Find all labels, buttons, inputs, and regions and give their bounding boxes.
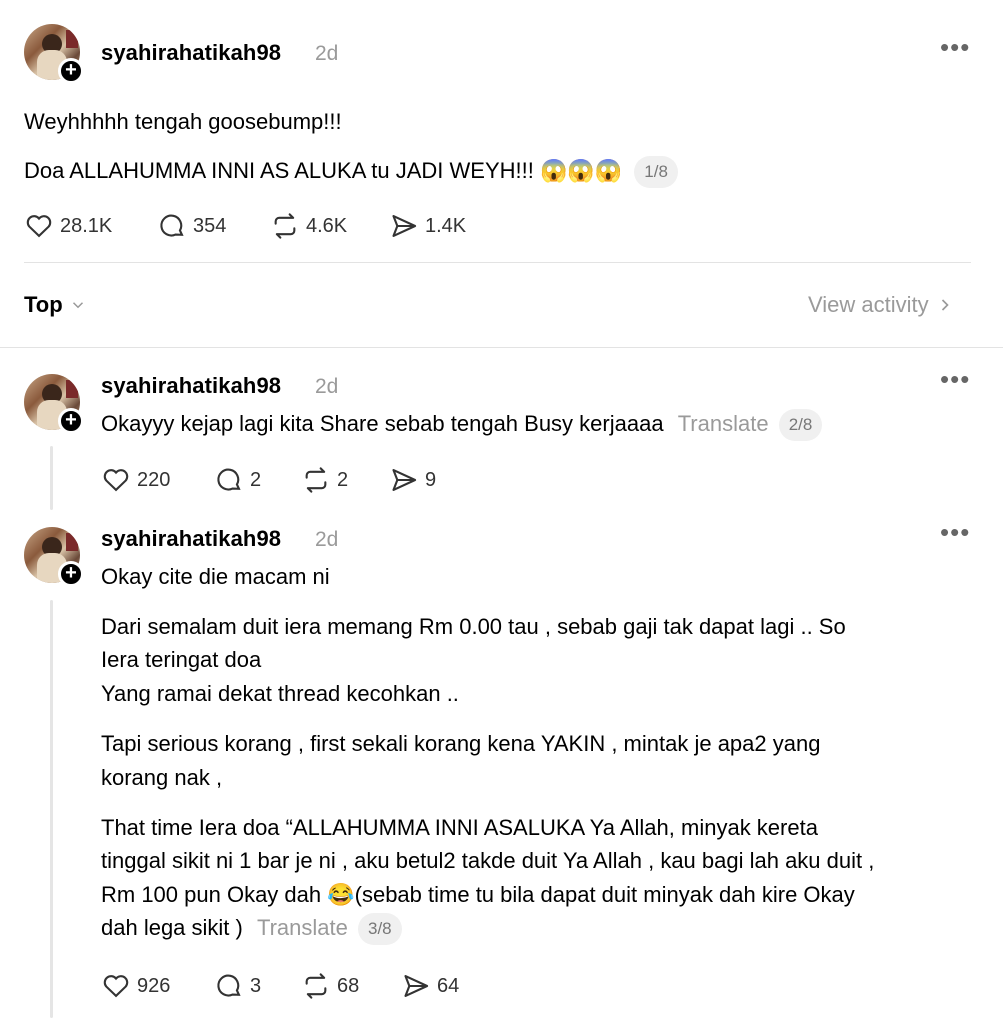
chevron-down-icon bbox=[72, 302, 83, 309]
reply-text-p2-line3: Yang ramai dekat thread kecohkan .. bbox=[101, 681, 459, 706]
repost-arrows-icon bbox=[274, 213, 296, 239]
like-count: 28.1K bbox=[60, 214, 113, 237]
sort-dropdown[interactable]: Top bbox=[24, 292, 87, 318]
reply-username[interactable]: syahirahatikah98 bbox=[101, 526, 281, 552]
repost-arrows-icon bbox=[305, 467, 327, 493]
comment-bubble-icon bbox=[217, 468, 241, 491]
comment-bubble-icon bbox=[217, 974, 241, 997]
share-button[interactable]: 64 bbox=[401, 972, 459, 1000]
chevron-right-icon bbox=[941, 299, 949, 311]
reply-text-p4-line3: Rm 100 pun Okay dah 😂(sebab time tu bila… bbox=[101, 882, 855, 907]
reply-text-p1: Okay cite die macam ni bbox=[101, 564, 330, 589]
sort-label: Top bbox=[24, 292, 63, 317]
comment-button[interactable]: 3 bbox=[214, 972, 261, 1000]
heart-icon bbox=[103, 469, 129, 492]
reply-text-p2-line1: Dari semalam duit iera memang Rm 0.00 ta… bbox=[101, 614, 846, 639]
comment-bubble-icon bbox=[160, 214, 184, 237]
repost-count: 68 bbox=[337, 974, 360, 997]
repost-count: 2 bbox=[337, 468, 349, 491]
repost-count: 4.6K bbox=[306, 214, 348, 237]
image-pager-badge[interactable]: 3/8 bbox=[358, 913, 402, 946]
reply-time: 2d bbox=[315, 528, 339, 551]
post-time: 2d bbox=[315, 42, 339, 65]
paper-plane-icon bbox=[392, 215, 417, 237]
post-text-line2: Doa ALLAHUMMA INNI AS ALUKA tu JADI WEYH… bbox=[24, 154, 678, 189]
reply-text-p4-line1: That time Iera doa “ALLAHUMMA INNI ASALU… bbox=[101, 815, 818, 840]
comment-count: 3 bbox=[250, 974, 262, 997]
more-dots-icon[interactable]: ••• bbox=[940, 519, 970, 545]
reply-text-row: Okayyy kejap lagi kita Share sebab tenga… bbox=[101, 407, 823, 442]
comment-button[interactable]: 354 bbox=[157, 212, 226, 240]
post-username[interactable]: syahirahatikah98 bbox=[101, 40, 281, 66]
share-button[interactable]: 9 bbox=[389, 466, 436, 494]
comment-count: 2 bbox=[250, 468, 262, 491]
paper-plane-icon bbox=[392, 469, 417, 491]
share-count: 9 bbox=[425, 468, 437, 491]
repost-arrows-icon bbox=[305, 973, 327, 999]
paper-plane-icon bbox=[404, 975, 429, 997]
more-dots-icon[interactable]: ••• bbox=[940, 34, 970, 60]
image-pager-badge[interactable]: 2/8 bbox=[778, 409, 823, 442]
reply-text-p4-line2: tinggal sikit ni 1 bar je ni , aku betul… bbox=[101, 848, 875, 873]
like-count: 926 bbox=[137, 974, 171, 997]
reply-text-p3-line1: Tapi serious korang , first sekali koran… bbox=[101, 731, 821, 756]
repost-button[interactable]: 4.6K bbox=[270, 212, 347, 240]
comment-button[interactable]: 2 bbox=[214, 466, 261, 494]
follow-plus-icon[interactable]: + bbox=[58, 408, 84, 434]
share-count: 64 bbox=[437, 974, 460, 997]
follow-plus-icon[interactable]: + bbox=[58, 561, 84, 587]
view-activity-label: View activity bbox=[808, 292, 929, 317]
translate-link[interactable]: Translate bbox=[257, 915, 348, 940]
reply-text-p3-line2: korang nak , bbox=[101, 765, 223, 790]
divider bbox=[0, 347, 1003, 348]
view-activity-link[interactable]: View activity bbox=[808, 292, 955, 318]
share-count: 1.4K bbox=[425, 214, 467, 237]
reply-text-p4-line4-row: dah lega sikit ) Translate 3/8 bbox=[101, 911, 402, 946]
like-button[interactable]: 220 bbox=[101, 466, 170, 494]
reply-username[interactable]: syahirahatikah98 bbox=[101, 373, 281, 399]
reply-text: Okayyy kejap lagi kita Share sebab tenga… bbox=[101, 411, 664, 436]
like-count: 220 bbox=[137, 468, 171, 491]
share-button[interactable]: 1.4K bbox=[389, 212, 466, 240]
like-button[interactable]: 926 bbox=[101, 972, 170, 1000]
repost-button[interactable]: 68 bbox=[301, 972, 359, 1000]
comment-count: 354 bbox=[193, 214, 227, 237]
reply-text-p4-line4: dah lega sikit ) bbox=[101, 915, 243, 940]
post-text: Doa ALLAHUMMA INNI AS ALUKA tu JADI WEYH… bbox=[24, 158, 623, 183]
reply-text-p2-line2: Iera teringat doa bbox=[101, 647, 262, 672]
reply-time: 2d bbox=[315, 375, 339, 398]
translate-link[interactable]: Translate bbox=[678, 411, 769, 436]
follow-plus-icon[interactable]: + bbox=[58, 58, 84, 84]
repost-button[interactable]: 2 bbox=[301, 466, 348, 494]
thread-line bbox=[50, 600, 53, 1018]
heart-icon bbox=[103, 975, 129, 998]
divider bbox=[24, 262, 971, 263]
thread-line bbox=[50, 446, 53, 510]
like-button[interactable]: 28.1K bbox=[24, 212, 112, 240]
heart-icon bbox=[26, 215, 52, 238]
post-text-line1: Weyhhhhh tengah goosebump!!! bbox=[24, 109, 342, 134]
more-dots-icon[interactable]: ••• bbox=[940, 366, 970, 392]
image-pager-badge[interactable]: 1/8 bbox=[634, 156, 678, 189]
